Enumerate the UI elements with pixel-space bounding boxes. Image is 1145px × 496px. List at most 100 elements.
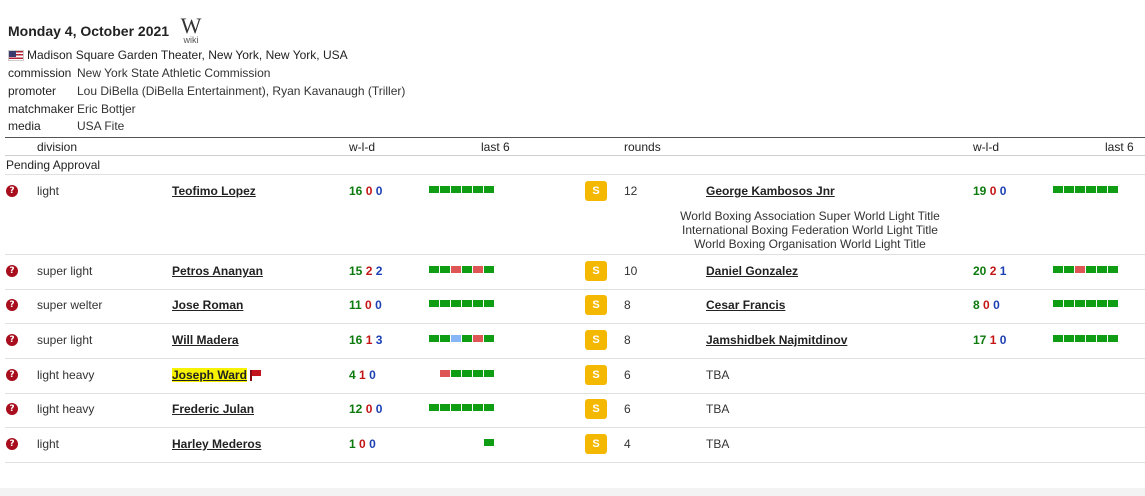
wiki-link[interactable]: W wiki (180, 13, 202, 45)
scheduled-badge[interactable]: S (585, 181, 607, 201)
event-date: Monday 4, October 2021 (8, 23, 170, 39)
result-win-marker (484, 335, 494, 342)
wins-count: 4 (349, 368, 356, 382)
last-six-record (484, 439, 494, 446)
boxer-left-link[interactable]: Jose Roman (172, 298, 243, 312)
rounds-count: 10 (624, 264, 638, 278)
wikipedia-icon: W (180, 13, 202, 38)
pending-status-icon: ? (6, 334, 18, 346)
boxer-left-link[interactable]: Teofimo Lopez (172, 184, 256, 198)
row-divider (5, 427, 1145, 428)
wins-count: 12 (349, 402, 363, 416)
win-loss-draw-record: 11 0 0 (349, 298, 382, 312)
row-divider (5, 254, 1145, 255)
boxer-left-link[interactable]: Frederic Julan (172, 402, 254, 416)
win-loss-draw-record: 16 0 0 (349, 184, 382, 198)
scheduled-badge[interactable]: S (585, 330, 607, 350)
result-loss-marker (473, 266, 483, 273)
boxer-right-link[interactable]: Jamshidbek Najmitdinov (706, 333, 847, 347)
last-six-record (440, 370, 494, 377)
bout-row: ? super light Petros Ananyan 15 2 2 S 10 Danie… (0, 261, 1145, 282)
boxer-left-link[interactable]: Harley Mederos (172, 437, 261, 451)
bout-row: ? super welter Jose Roman 11 0 0 S 8 Cesar Fra… (0, 295, 1145, 316)
event-page: Monday 4, October 2021 W wiki Madison Sq… (0, 0, 1145, 496)
boxer-left-name: Jose Roman (172, 298, 244, 312)
section-label: Pending Approval (6, 158, 101, 172)
bout-titles: World Boxing Association Super World Lig… (660, 209, 960, 251)
win-loss-draw-record: 19 0 0 (973, 184, 1006, 198)
result-win-marker (484, 439, 494, 446)
pending-status-icon: ? (6, 185, 18, 197)
result-win-marker (429, 404, 439, 411)
meta-value: USA Fite (77, 119, 125, 133)
result-win-marker (1086, 335, 1096, 342)
wins-count: 19 (973, 184, 987, 198)
scheduled-badge[interactable]: S (585, 399, 607, 419)
scheduled-badge[interactable]: S (585, 295, 607, 315)
result-win-marker (451, 300, 461, 307)
last-six-record (429, 186, 494, 193)
win-loss-draw-record: 8 0 0 (973, 298, 1000, 312)
red-flag-icon (249, 370, 261, 381)
boxer-right-link[interactable]: Cesar Francis (706, 298, 785, 312)
last-six-record (429, 300, 494, 307)
result-loss-marker (440, 370, 450, 377)
win-loss-draw-record: 4 1 0 (349, 368, 376, 382)
last-six-record (1053, 335, 1118, 342)
meta-key: promoter (8, 84, 57, 98)
wins-count: 8 (973, 298, 980, 312)
boxer-left-link[interactable]: Petros Ananyan (172, 264, 263, 278)
result-win-marker (440, 186, 450, 193)
scheduled-badge[interactable]: S (585, 365, 607, 385)
opponent-tba: TBA (706, 368, 730, 382)
result-win-marker (1097, 266, 1107, 273)
result-win-marker (451, 186, 461, 193)
boxer-right-link[interactable]: Daniel Gonzalez (706, 264, 798, 278)
result-loss-marker (473, 335, 483, 342)
result-win-marker (473, 300, 483, 307)
title-belt: World Boxing Association Super World Lig… (680, 209, 940, 223)
result-win-marker (1064, 335, 1074, 342)
row-divider (5, 289, 1145, 290)
scheduled-badge[interactable]: S (585, 261, 607, 281)
wins-count: 17 (973, 333, 987, 347)
result-loss-marker (451, 266, 461, 273)
boxer-left-name: Teofimo Lopez (172, 184, 256, 198)
meta-promoter: promoter Lou DiBella (DiBella Entertainme… (8, 84, 405, 98)
result-win-marker (1075, 300, 1085, 307)
last-six-record (1053, 300, 1118, 307)
result-win-marker (1053, 300, 1063, 307)
result-win-marker (473, 186, 483, 193)
result-win-marker (1086, 266, 1096, 273)
result-win-marker (1075, 335, 1085, 342)
pending-status-icon: ? (6, 299, 18, 311)
row-divider (5, 323, 1145, 324)
result-win-marker (462, 370, 472, 377)
wins-count: 16 (349, 184, 363, 198)
rounds-count: 12 (624, 184, 638, 198)
rounds-count: 8 (624, 333, 631, 347)
result-win-marker (440, 404, 450, 411)
result-win-marker (462, 186, 472, 193)
header-last6-left: last 6 (481, 140, 510, 154)
result-win-marker (429, 335, 439, 342)
result-loss-marker (1075, 266, 1085, 273)
last-six-record (1053, 266, 1118, 273)
wins-count: 15 (349, 264, 363, 278)
scheduled-badge[interactable]: S (585, 434, 607, 454)
opponent-tba: TBA (706, 402, 730, 416)
header-last6-right: last 6 (1105, 140, 1134, 154)
boxer-left-link[interactable]: Will Madera (172, 333, 239, 347)
result-win-marker (1053, 266, 1063, 273)
bout-row: ? light heavy Joseph Ward 4 1 0 S 6 TBA (0, 365, 1145, 386)
draws-count: 0 (993, 298, 1000, 312)
row-divider (5, 393, 1145, 394)
result-win-marker (473, 404, 483, 411)
division-label: light (37, 437, 60, 451)
rounds-count: 6 (624, 402, 631, 416)
losses-count: 1 (989, 333, 997, 347)
boxer-right-link[interactable]: George Kambosos Jnr (706, 184, 835, 198)
draws-count: 1 (999, 264, 1007, 278)
pending-status-icon: ? (6, 265, 18, 277)
boxer-left-link[interactable]: Joseph Ward (172, 368, 261, 382)
